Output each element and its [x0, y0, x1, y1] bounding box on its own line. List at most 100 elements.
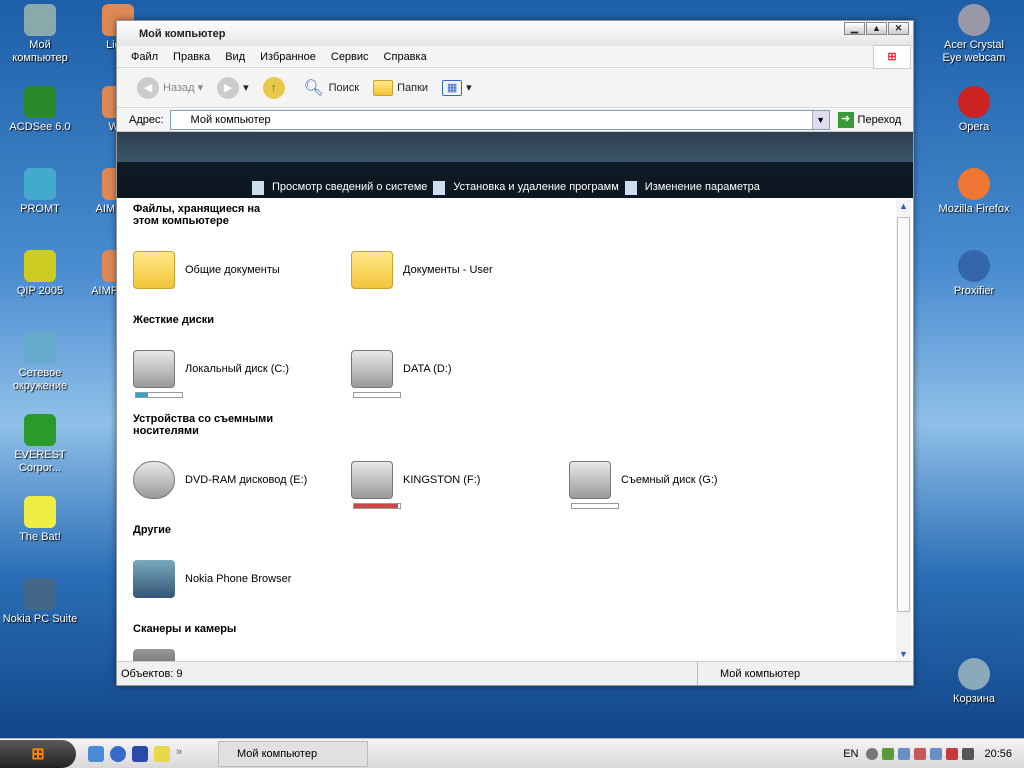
views-button[interactable]: ▦ ▾	[442, 79, 472, 96]
tray-network-icon[interactable]	[898, 747, 911, 760]
desktop-icon[interactable]: QIP 2005	[0, 250, 80, 298]
desktop-icon-label: Мой компьютер	[12, 39, 68, 64]
menu-3[interactable]: Избранное	[260, 51, 316, 63]
tray-icon-2[interactable]	[882, 747, 895, 760]
go-button[interactable]: ➜ Переход	[837, 111, 902, 128]
up-button[interactable]: ↑	[262, 76, 289, 99]
back-arrow-icon: ◀	[137, 76, 159, 99]
start-button[interactable]: ⊞	[0, 739, 76, 768]
tray-flag-icon[interactable]	[946, 747, 959, 760]
folders-button[interactable]: Папки	[373, 79, 429, 96]
back-button[interactable]: ◀ Назад ▾	[137, 76, 203, 99]
quick-launch-more-icon[interactable]: »	[176, 746, 192, 762]
tray-icon-7[interactable]	[962, 747, 975, 760]
usage-fill	[136, 393, 148, 397]
desktop-icon[interactable]: Nokia PC Suite	[0, 578, 80, 626]
address-label: Адрес:	[129, 113, 164, 126]
hdd-icon	[133, 350, 175, 388]
item-folder[interactable]: Документы - User	[351, 251, 569, 289]
menu-0[interactable]: Файл	[131, 51, 158, 63]
task-link[interactable]: Изменение параметра	[645, 181, 760, 195]
minimize-button[interactable]: ▁	[844, 22, 865, 35]
item-label: Документы - User	[403, 264, 493, 276]
address-value: Мой компьютер	[190, 113, 271, 126]
tasks-banner: Просмотр сведений о системе Установка и у…	[117, 132, 913, 198]
desktop-icon[interactable]: The Bat!	[0, 496, 80, 544]
taskbar-item-my-computer[interactable]: Мой компьютер	[218, 740, 368, 767]
task-icon	[624, 181, 637, 195]
forward-button[interactable]: ▶ ▾	[217, 76, 249, 99]
item-label: Общие документы	[185, 264, 280, 276]
desktop-icon[interactable]: PROMT	[0, 168, 80, 216]
tray-network2-icon[interactable]	[930, 747, 943, 760]
desktop-app-icon	[958, 86, 990, 118]
desktop-icon[interactable]: ACDSee 6.0	[0, 86, 80, 134]
search-button[interactable]: 🔍︎ Поиск	[303, 77, 359, 99]
item-camera[interactable]: Acer Crystal Eye webcam	[133, 649, 351, 661]
go-label: Переход	[857, 113, 902, 126]
scroll-up-icon[interactable]: ▲	[896, 201, 911, 211]
item-removable[interactable]: Съемный диск (G:)	[569, 461, 787, 509]
quick-launch: »	[88, 745, 198, 762]
desktop-app-icon	[24, 250, 56, 282]
media-player-icon[interactable]	[110, 745, 126, 762]
item-dvd[interactable]: DVD-RAM дисковод (E:)	[133, 461, 351, 499]
task-link[interactable]: Установка и удаление программ	[453, 181, 618, 195]
windows-logo-icon: ⊞	[873, 45, 911, 69]
item-label: Nokia Phone Browser	[185, 573, 292, 585]
ie-icon[interactable]	[88, 745, 104, 762]
item-hdd[interactable]: DATA (D:)	[351, 350, 569, 398]
desktop-app-icon	[24, 168, 56, 200]
group-header: Устройства со съемными носителями	[133, 413, 283, 440]
group-header: Другие	[133, 524, 283, 539]
desktop-icon[interactable]: Корзина	[934, 658, 1014, 706]
close-button[interactable]: ✕	[888, 22, 909, 35]
desktop-icon-label: ACDSee 6.0	[9, 121, 71, 133]
task-link[interactable]: Просмотр сведений о системе	[272, 181, 427, 195]
maximize-button[interactable]: ▲	[866, 22, 887, 35]
menu-4[interactable]: Сервис	[331, 51, 369, 63]
go-arrow-icon: ➜	[837, 111, 854, 128]
desktop-icon-label: Acer Crystal Eye webcam	[942, 39, 1006, 64]
back-label: Назад	[163, 81, 195, 94]
tray-icon-1[interactable]	[866, 747, 879, 760]
search-icon: 🔍︎	[303, 79, 324, 97]
item-hdd[interactable]: Локальный диск (C:)	[133, 350, 351, 398]
language-indicator[interactable]: EN	[843, 748, 858, 760]
folders-label: Папки	[397, 81, 429, 94]
taskbar: ⊞ » Мой компьютер EN 20:56	[0, 738, 1024, 768]
desktop-icon-label: PROMT	[20, 203, 60, 215]
usage-bar	[571, 503, 619, 509]
tray-icon-4[interactable]	[914, 747, 927, 760]
desktop-icon[interactable]: Acer Crystal Eye webcam	[934, 4, 1014, 65]
the-bat-icon[interactable]	[154, 745, 170, 762]
menu-1[interactable]: Правка	[173, 51, 210, 63]
clock[interactable]: 20:56	[984, 748, 1012, 760]
desktop-icon[interactable]: Opera	[934, 86, 1014, 134]
group-header: Жесткие диски	[133, 314, 283, 329]
desktop-icon[interactable]: Proxifier	[934, 250, 1014, 298]
vertical-scrollbar[interactable]: ▲ ▼	[896, 199, 911, 661]
address-input[interactable]: Мой компьютер ▼	[169, 109, 830, 130]
item-folder[interactable]: Общие документы	[133, 251, 351, 289]
views-icon: ▦	[442, 79, 463, 96]
address-dropdown-button[interactable]: ▼	[811, 110, 829, 129]
menu-5[interactable]: Справка	[384, 51, 427, 63]
item-label: Локальный диск (C:)	[185, 363, 290, 375]
desktop-icon[interactable]: EVEREST Corpor...	[0, 414, 80, 475]
scroll-thumb[interactable]	[897, 217, 910, 612]
search-label: Поиск	[328, 81, 360, 94]
title-bar[interactable]: Мой компьютер ▁ ▲ ✕	[117, 21, 913, 46]
task-icon	[433, 181, 446, 195]
scroll-down-icon[interactable]: ▼	[896, 649, 911, 659]
task-label: Мой компьютер	[237, 747, 318, 760]
desktop-icon[interactable]: Сетевое окружение	[0, 332, 80, 393]
item-removable[interactable]: KINGSTON (F:)	[351, 461, 569, 509]
item-other[interactable]: Nokia Phone Browser	[133, 560, 351, 598]
desktop-icon[interactable]: Мой компьютер	[0, 4, 80, 65]
other-icon	[133, 560, 175, 598]
menu-2[interactable]: Вид	[225, 51, 245, 63]
desktop-icon[interactable]: Mozilla Firefox	[934, 168, 1014, 216]
desktop-icon-label: Nokia PC Suite	[2, 613, 78, 625]
save-icon[interactable]	[132, 745, 148, 762]
